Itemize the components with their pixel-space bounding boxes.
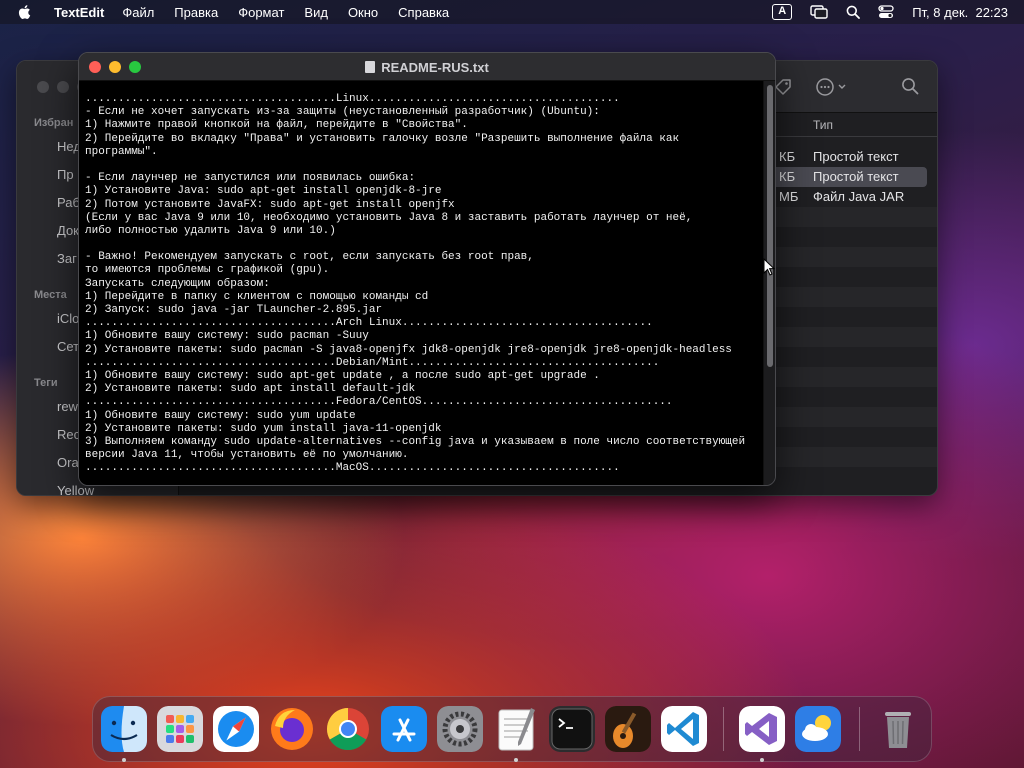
- menu-help[interactable]: Справка: [398, 5, 449, 20]
- text-line: программы".: [85, 145, 158, 158]
- text-line: 1) Обновите вашу систему: sudo apt-get u…: [85, 369, 600, 382]
- sidebar-places-header: Места: [34, 289, 67, 301]
- system-settings-icon[interactable]: [437, 706, 483, 752]
- text-line: 1) Обновите вашу систему: sudo yum updat…: [85, 409, 356, 422]
- app-store-icon[interactable]: [381, 706, 427, 752]
- sidebar-tag[interactable]: Ora: [57, 455, 79, 470]
- firefox-icon[interactable]: [269, 706, 315, 752]
- finder-icon[interactable]: [101, 706, 147, 752]
- sidebar-tag[interactable]: Rec: [57, 427, 80, 442]
- file-type: Простой текст: [813, 149, 899, 164]
- sidebar-item[interactable]: Раб: [57, 195, 80, 210]
- window-title: README-RUS.txt: [79, 60, 775, 75]
- text-line: 2) Установите пакеты: sudo pacman -S jav…: [85, 343, 732, 356]
- running-indicator: [122, 758, 126, 762]
- more-actions-icon[interactable]: [815, 77, 849, 97]
- text-line: 1) Установите Java: sudo apt-get install…: [85, 185, 442, 198]
- vertical-scrollbar[interactable]: [763, 81, 775, 485]
- sidebar-item[interactable]: Сет: [57, 339, 79, 354]
- menu-extras: A Пт, 8 дек. 22:23: [754, 0, 1008, 24]
- dock-separator: [723, 707, 724, 751]
- search-icon[interactable]: [846, 5, 861, 19]
- finder-close-button[interactable]: [37, 81, 49, 93]
- sidebar-item[interactable]: Заг: [57, 251, 77, 266]
- safari-icon[interactable]: [213, 706, 259, 752]
- title-bar[interactable]: README-RUS.txt: [79, 53, 775, 81]
- window-title-text: README-RUS.txt: [381, 60, 489, 75]
- text-line: (Если у вас Java 9 или 10, необходимо ус…: [85, 211, 693, 224]
- launchpad-icon[interactable]: [157, 706, 203, 752]
- menu-format[interactable]: Формат: [238, 5, 284, 20]
- text-line: то имеются проблемы с графикой (gpu).: [85, 264, 330, 277]
- textedit-window: README-RUS.txt .........................…: [78, 52, 776, 486]
- file-size: МБ: [779, 189, 799, 204]
- text-line: 1) Обновите вашу систему: sudo pacman -S…: [85, 330, 369, 343]
- mouse-pointer-icon: [763, 258, 775, 276]
- text-line: - Важно! Рекомендуем запускать с root, е…: [85, 251, 534, 264]
- text-line: - Если не хочет запускать из-за защиты (…: [85, 106, 600, 119]
- scrollbar-thumb[interactable]: [767, 85, 773, 367]
- text-line: ......................................De…: [85, 356, 660, 369]
- trash-icon[interactable]: [875, 706, 921, 752]
- text-line: 1) Нажмите правой кнопкой на файл, перей…: [85, 119, 468, 132]
- text-line: версии Java 11, чтобы установить её по у…: [85, 449, 409, 462]
- column-type[interactable]: Тип: [813, 118, 833, 132]
- text-line: 2) Установите пакеты: sudo apt install d…: [85, 383, 416, 396]
- dock: [92, 696, 932, 762]
- dock-separator: [859, 707, 860, 751]
- file-size: КБ: [779, 149, 796, 164]
- apple-logo-icon[interactable]: [16, 3, 34, 21]
- sidebar-item[interactable]: Док: [57, 223, 79, 238]
- finder-minimize-button[interactable]: [57, 81, 69, 93]
- text-line: 2) Потом установите JavaFX: sudo apt-get…: [85, 198, 455, 211]
- chrome-icon[interactable]: [325, 706, 371, 752]
- running-indicator: [514, 758, 518, 762]
- input-source-icon[interactable]: A: [772, 4, 793, 20]
- text-line: 2) Запуск: sudo java -jar TLauncher-2.89…: [85, 304, 383, 316]
- text-line: - Если лаунчер не запустился или появила…: [85, 172, 416, 185]
- file-size: КБ: [779, 169, 796, 184]
- text-line: ......................................Fe…: [85, 396, 673, 409]
- sidebar-favorites-header: Избран: [34, 117, 74, 129]
- menu-edit[interactable]: Правка: [174, 5, 218, 20]
- file-type: Простой текст: [813, 169, 899, 184]
- textedit-icon[interactable]: [493, 706, 539, 752]
- text-line: Запускать следующим образом:: [85, 277, 270, 290]
- tag-icon[interactable]: [773, 77, 793, 97]
- clock[interactable]: Пт, 8 дек. 22:23: [912, 5, 1008, 20]
- text-line: ......................................Ar…: [85, 317, 653, 330]
- text-line: [85, 238, 759, 251]
- menu-bar: TextEdit Файл Правка Формат Вид Окно Спр…: [0, 0, 1024, 24]
- sidebar-item[interactable]: iClo: [57, 311, 79, 326]
- control-center-icon[interactable]: [878, 5, 894, 19]
- vscode-icon[interactable]: [661, 706, 707, 752]
- menu-file[interactable]: Файл: [122, 5, 154, 20]
- text-line: либо полностью удалить Java 9 или 10.): [85, 224, 336, 237]
- screen-mirroring-icon[interactable]: [810, 5, 828, 19]
- sidebar-item[interactable]: Пр: [57, 167, 74, 182]
- menu-view[interactable]: Вид: [304, 5, 328, 20]
- weather-icon[interactable]: [795, 706, 841, 752]
- garageband-icon[interactable]: [605, 706, 651, 752]
- terminal-icon[interactable]: [549, 706, 595, 752]
- text-line: 3) Выполняем команду sudo update-alterna…: [85, 435, 746, 448]
- text-line: [85, 159, 759, 172]
- file-type: Файл Java JAR: [813, 189, 905, 204]
- menu-window[interactable]: Окно: [348, 5, 378, 20]
- sidebar-tags-header: Теги: [34, 377, 58, 389]
- document-text-area[interactable]: ......................................Li…: [79, 81, 765, 485]
- search-icon[interactable]: [901, 77, 919, 95]
- running-indicator: [760, 758, 764, 762]
- menu-app-name[interactable]: TextEdit: [54, 5, 104, 20]
- document-icon: [365, 61, 376, 73]
- text-line: 2) Установите пакеты: sudo yum install j…: [85, 422, 442, 435]
- visual-studio-icon[interactable]: [739, 706, 785, 752]
- text-line: 2) Перейдите во вкладку "Права" и устано…: [85, 132, 680, 145]
- text-line: ......................................Ma…: [85, 462, 620, 475]
- text-line: 1) Перейдите в папку с клиентом с помощь…: [85, 290, 429, 303]
- text-line: ......................................Li…: [85, 93, 620, 105]
